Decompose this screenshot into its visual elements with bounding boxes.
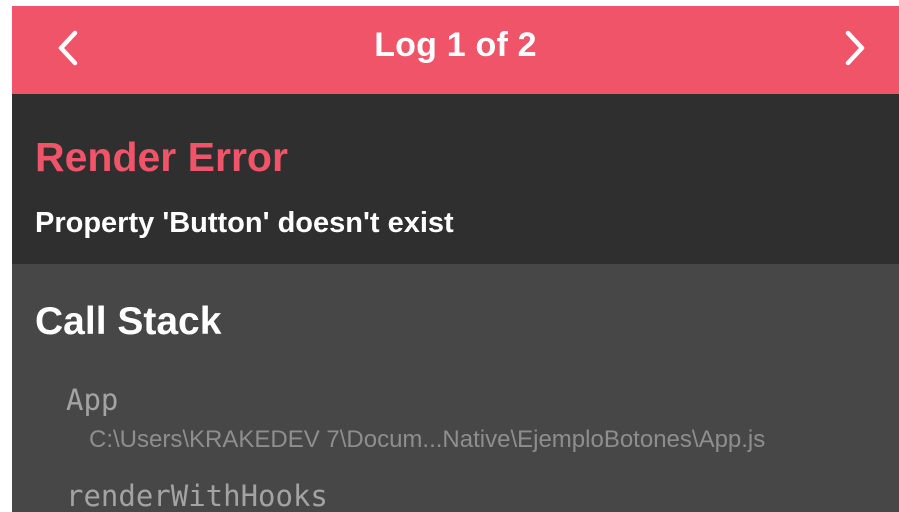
call-stack-heading: Call Stack	[35, 300, 222, 343]
log-header: Log 1 of 2	[12, 6, 899, 94]
chevron-right-icon	[844, 30, 866, 71]
next-log-button[interactable]	[825, 20, 885, 80]
previous-log-button[interactable]	[38, 20, 98, 80]
stack-frame-path: C:\Users\KRAKEDEV 7\Docum...Native\Ejemp…	[89, 426, 766, 453]
error-section: Render Error Property 'Button' doesn't e…	[12, 94, 899, 264]
stack-frame-name: App	[66, 383, 119, 417]
error-message: Property 'Button' doesn't exist	[35, 207, 454, 239]
logbox-screen: Log 1 of 2 Render Error Property 'Button…	[12, 6, 899, 512]
error-title: Render Error	[35, 134, 288, 180]
stack-frame-name: renderWithHooks	[66, 479, 328, 512]
chevron-left-icon	[57, 30, 79, 71]
call-stack-section: Call Stack App C:\Users\KRAKEDEV 7\Docum…	[12, 264, 899, 512]
log-title: Log 1 of 2	[374, 25, 537, 64]
